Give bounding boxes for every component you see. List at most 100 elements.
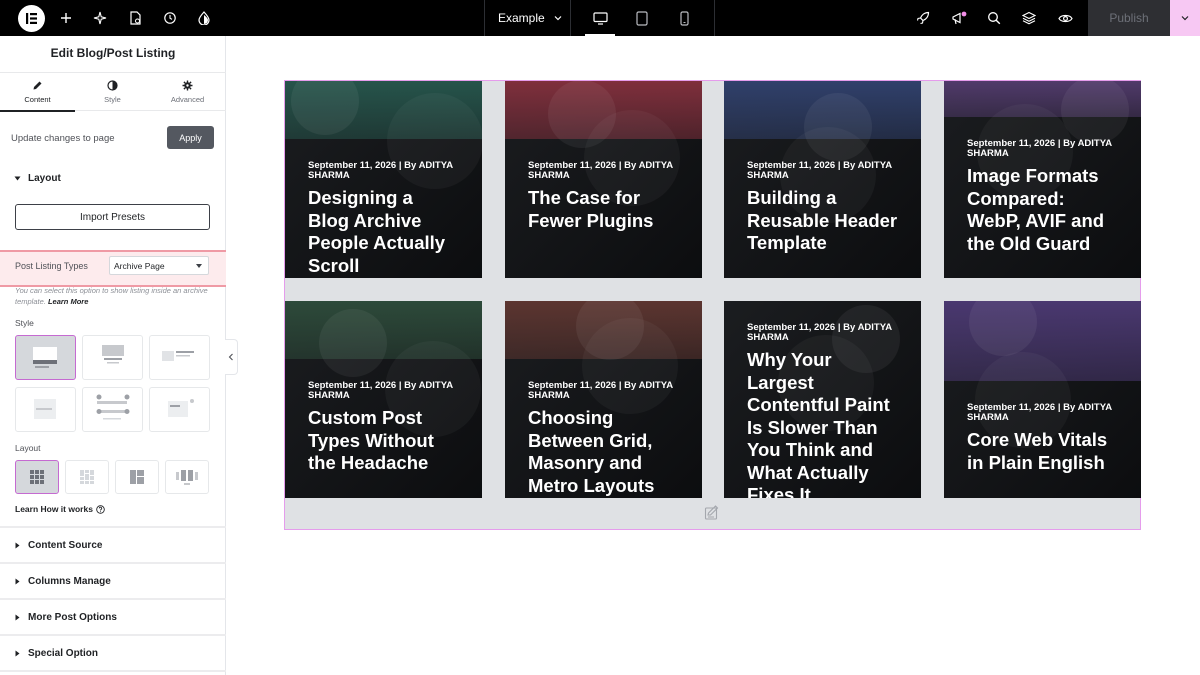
help-text: You can select this option to show listi… xyxy=(15,285,215,307)
tab-style[interactable]: Style xyxy=(75,73,150,111)
half-circle-icon xyxy=(107,80,118,91)
section-divider xyxy=(0,670,226,672)
post-card[interactable]: September 11, 2026 | By ADITYA SHARMA Des… xyxy=(285,81,482,278)
section-content-source-toggle[interactable]: Content Source xyxy=(0,527,226,563)
toolbar-divider xyxy=(484,0,485,36)
post-title[interactable]: Why Your Largest Contentful Paint Is Slo… xyxy=(747,349,898,498)
metro-layout-icon xyxy=(130,470,144,484)
chevron-down-icon xyxy=(554,16,562,21)
carousel-layout-icon xyxy=(176,470,198,485)
style-preview-icon xyxy=(96,394,130,420)
elementor-logo-icon[interactable] xyxy=(18,5,45,32)
layout-option-masonry[interactable] xyxy=(65,460,109,494)
post-card-body: September 11, 2026 | By ADITYA SHARMA Why… xyxy=(724,323,921,498)
tab-content[interactable]: Content xyxy=(0,73,75,112)
masonry-layout-icon xyxy=(80,470,94,484)
tab-advanced[interactable]: Advanced xyxy=(150,73,225,111)
preview-eye-icon[interactable] xyxy=(1054,0,1076,36)
device-mobile-icon[interactable] xyxy=(665,0,703,36)
collapse-panel-handle[interactable] xyxy=(225,339,238,375)
layout-option-metro[interactable] xyxy=(115,460,159,494)
post-meta: September 11, 2026 | By ADITYA SHARMA xyxy=(967,402,1112,423)
publish-button[interactable]: Publish xyxy=(1088,0,1170,36)
site-settings-icon[interactable] xyxy=(193,0,215,36)
device-tablet-icon[interactable] xyxy=(623,0,661,36)
edit-widget-icon[interactable] xyxy=(704,505,720,526)
editor-panel: Edit Blog/Post Listing Content Style Adv… xyxy=(0,36,226,675)
post-meta: September 11, 2026 | By ADITYA SHARMA xyxy=(308,160,453,181)
toolbar-divider xyxy=(570,0,571,36)
top-toolbar: Example Publish xyxy=(0,0,1200,36)
grid-layout-icon xyxy=(30,470,44,484)
chevron-down-icon xyxy=(1181,16,1189,21)
post-card-body: September 11, 2026 | By ADITYA SHARMA Ima… xyxy=(944,139,1141,255)
learn-more-link[interactable]: Learn More xyxy=(48,297,88,306)
post-card[interactable]: September 11, 2026 | By ADITYA SHARMA Ima… xyxy=(944,81,1141,278)
layout-option-carousel[interactable] xyxy=(165,460,209,494)
layout-option-grid[interactable] xyxy=(15,460,59,494)
panel-title: Edit Blog/Post Listing xyxy=(50,46,176,60)
section-columns-manage-toggle[interactable]: Columns Manage xyxy=(0,563,226,599)
history-icon[interactable] xyxy=(159,0,181,36)
search-icon[interactable] xyxy=(983,0,1005,36)
post-listing-types-select[interactable]: Archive Page xyxy=(109,256,209,275)
layout-label: Layout xyxy=(15,443,41,453)
site-name-label: Example xyxy=(498,11,545,25)
post-card[interactable]: September 11, 2026 | By ADITYA SHARMA Why… xyxy=(724,301,921,498)
post-meta: September 11, 2026 | By ADITYA SHARMA xyxy=(967,138,1112,159)
section-title: Columns Manage xyxy=(28,575,111,587)
post-title[interactable]: Building a Reusable Header Template xyxy=(747,187,898,255)
help-description: You can select this option to show listi… xyxy=(15,286,208,306)
rocket-icon[interactable] xyxy=(912,0,934,36)
chevron-left-icon xyxy=(228,353,233,361)
page-settings-icon[interactable] xyxy=(124,0,146,36)
notifications-icon[interactable] xyxy=(948,0,970,36)
post-listing-types-control: Post Listing Types Archive Page xyxy=(0,250,226,287)
post-card[interactable]: September 11, 2026 | By ADITYA SHARMA Cor… xyxy=(944,301,1141,498)
post-title[interactable]: The Case for Fewer Plugins xyxy=(528,187,679,232)
site-switcher[interactable]: Example xyxy=(498,0,563,36)
post-card[interactable]: September 11, 2026 | By ADITYA SHARMA Cho… xyxy=(505,301,702,498)
post-card-body: September 11, 2026 | By ADITYA SHARMA Bui… xyxy=(724,161,921,255)
tab-label: Style xyxy=(104,95,121,104)
learn-how-label: Learn How it works xyxy=(15,504,93,514)
learn-how-link[interactable]: Learn How it works xyxy=(15,504,105,514)
post-card[interactable]: September 11, 2026 | By ADITYA SHARMA Cus… xyxy=(285,301,482,498)
ai-sparkle-icon[interactable] xyxy=(89,0,111,36)
caret-right-icon xyxy=(15,542,20,548)
publish-options-button[interactable] xyxy=(1170,0,1200,36)
style-option-1[interactable] xyxy=(15,335,76,380)
help-circle-icon xyxy=(96,504,105,514)
post-title[interactable]: Core Web Vitals in Plain English xyxy=(967,429,1118,474)
select-arrow-icon xyxy=(196,264,202,268)
caret-down-icon xyxy=(14,176,21,180)
style-option-4[interactable] xyxy=(15,387,76,432)
section-special-option-toggle[interactable]: Special Option xyxy=(0,635,226,671)
style-option-6[interactable] xyxy=(149,387,210,432)
device-desktop-icon[interactable] xyxy=(581,0,619,36)
post-title[interactable]: Designing a Blog Archive People Actually… xyxy=(308,187,459,277)
style-option-5[interactable] xyxy=(82,387,143,432)
section-more-post-options-toggle[interactable]: More Post Options xyxy=(0,599,226,635)
structure-layers-icon[interactable] xyxy=(1018,0,1040,36)
panel-tabs: Content Style Advanced xyxy=(0,72,226,112)
section-layout-toggle[interactable]: Layout xyxy=(0,160,226,196)
update-changes-text: Update changes to page xyxy=(11,133,115,144)
import-presets-button[interactable]: Import Presets xyxy=(15,204,210,230)
post-title[interactable]: Image Formats Compared: WebP, AVIF and t… xyxy=(967,165,1118,255)
post-card[interactable]: September 11, 2026 | By ADITYA SHARMA Bui… xyxy=(724,81,921,278)
post-title[interactable]: Choosing Between Grid, Masonry and Metro… xyxy=(528,407,679,497)
style-option-3[interactable] xyxy=(149,335,210,380)
post-meta: September 11, 2026 | By ADITYA SHARMA xyxy=(308,380,453,401)
section-title: More Post Options xyxy=(28,611,117,623)
post-title[interactable]: Custom Post Types Without the Headache xyxy=(308,407,459,475)
caret-right-icon xyxy=(15,578,20,584)
add-icon[interactable] xyxy=(55,0,77,36)
style-option-2[interactable] xyxy=(82,335,143,380)
post-card[interactable]: September 11, 2026 | By ADITYA SHARMA The… xyxy=(505,81,702,278)
post-listing-types-label: Post Listing Types xyxy=(15,261,88,271)
post-meta: September 11, 2026 | By ADITYA SHARMA xyxy=(747,322,892,343)
section-title: Layout xyxy=(28,172,61,184)
apply-button[interactable]: Apply xyxy=(167,126,214,149)
post-card-body: September 11, 2026 | By ADITYA SHARMA Cus… xyxy=(285,381,482,475)
